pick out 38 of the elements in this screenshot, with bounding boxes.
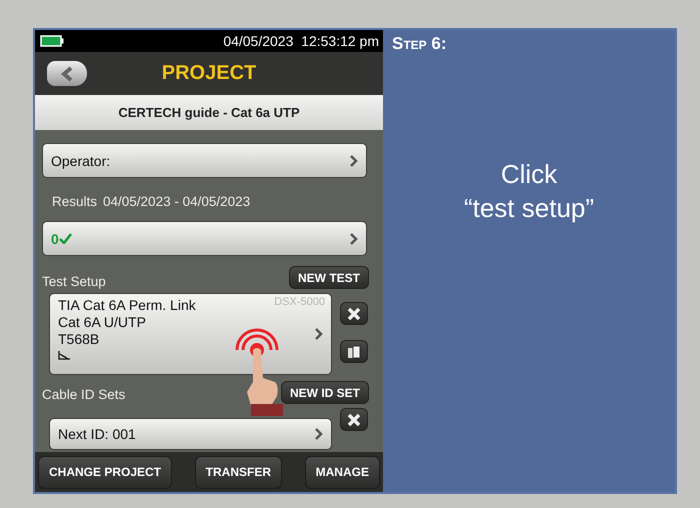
- chevron-icon: [315, 328, 323, 340]
- chevron-icon: [350, 232, 358, 244]
- instruction-text: “test setup”: [464, 192, 594, 225]
- date-time: 04/05/2023 12:53:12 pm: [223, 33, 379, 49]
- operator-button[interactable]: Operator:: [42, 143, 367, 178]
- test-setup-label: Test Setup: [42, 273, 106, 289]
- back-button[interactable]: [47, 61, 87, 86]
- delete-button[interactable]: [340, 408, 368, 431]
- new-test-button[interactable]: NEW TEST: [289, 266, 369, 289]
- copy-icon: [347, 344, 361, 358]
- test-setup-card[interactable]: TIA Cat 6A Perm. Link Cat 6A U/UTP T568B DSX-5000: [49, 293, 332, 375]
- toolbar-button[interactable]: TRANSFER: [194, 456, 282, 488]
- new-id-set-button[interactable]: NEW ID SET: [280, 381, 369, 404]
- results-date-range: 04/05/2023 - 04/05/2023: [103, 194, 250, 209]
- graph-icon: [58, 351, 70, 360]
- instruction-text: Click: [500, 158, 558, 191]
- close-icon: [347, 412, 361, 426]
- chevron-icon: [350, 154, 358, 166]
- battery-icon: [40, 35, 64, 47]
- pass-count: 0: [51, 230, 59, 246]
- toolbar-button[interactable]: MANAGE: [304, 456, 380, 488]
- cable-id-sets-label: Cable ID Sets: [42, 387, 126, 404]
- project-name: CERTECH guide - Cat 6a UTP: [118, 105, 300, 120]
- setup-detail: Cat 6A U/UTP: [58, 314, 146, 331]
- device-model: DSX-5000: [274, 296, 325, 308]
- toolbar-button[interactable]: CHANGE PROJECT: [38, 456, 172, 488]
- results-label: Results: [52, 194, 98, 209]
- next-id-button[interactable]: Next ID: 001: [49, 418, 332, 450]
- setup-detail: T568B: [58, 331, 100, 348]
- delete-button[interactable]: [340, 302, 368, 325]
- step-title: Step 6:: [392, 34, 448, 54]
- chevron-icon: [315, 428, 323, 440]
- setup-detail: TIA Cat 6A Perm. Link: [58, 297, 196, 314]
- back-icon: [60, 66, 74, 82]
- copy-button[interactable]: [340, 340, 368, 363]
- check-icon: [58, 233, 72, 244]
- screen-title: PROJECT: [162, 62, 256, 85]
- close-icon: [347, 306, 361, 320]
